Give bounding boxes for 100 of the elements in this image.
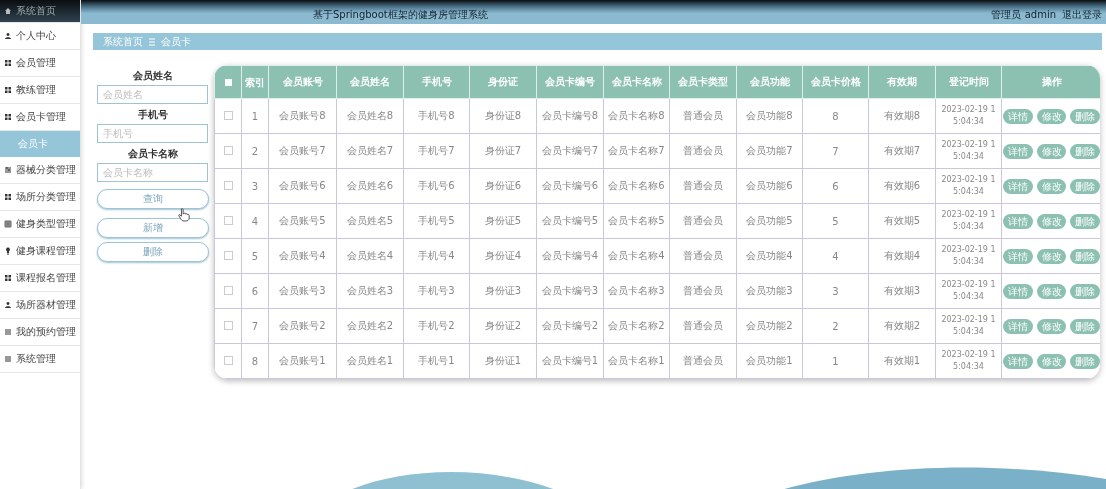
table-cell: 3: [241, 168, 269, 204]
table-cell: 会员卡名称5: [603, 203, 670, 239]
row-action-button[interactable]: 删除: [1070, 248, 1100, 264]
row-checkbox[interactable]: [223, 145, 233, 155]
row-action-button[interactable]: 详情: [1003, 108, 1033, 124]
table-cell: 会员卡编号7: [536, 133, 604, 169]
table-cell: 会员卡编号3: [536, 273, 604, 309]
breadcrumb-item[interactable]: 会员卡: [161, 34, 191, 49]
row-action-button[interactable]: 修改: [1036, 248, 1067, 264]
sidebar-item[interactable]: 个人中心: [0, 23, 80, 50]
logout-link[interactable]: 退出登录: [1062, 2, 1102, 22]
table-cell: 会员卡名称7: [603, 133, 670, 169]
table-cell: 5: [241, 238, 269, 274]
row-action-button[interactable]: 修改: [1036, 108, 1067, 124]
row-checkbox[interactable]: [223, 110, 233, 120]
hand-cursor-icon: [178, 208, 190, 222]
sidebar-item[interactable]: 场所器材管理: [0, 292, 80, 319]
row-action-button[interactable]: 删除: [1070, 318, 1100, 334]
row-action-button[interactable]: 删除: [1070, 213, 1100, 229]
table-cell: 会员功能7: [736, 133, 803, 169]
row-action-button[interactable]: 详情: [1003, 213, 1033, 229]
home-icon: [4, 7, 12, 15]
column-header: 会员账号: [268, 65, 337, 99]
row-checkbox[interactable]: [223, 180, 233, 190]
row-checkbox[interactable]: [223, 320, 233, 330]
row-checkbox[interactable]: [223, 215, 233, 225]
input-field[interactable]: 会员卡名称: [97, 163, 208, 182]
table-cell: 会员功能6: [736, 168, 803, 204]
table-cell: 会员卡名称1: [603, 343, 670, 379]
table-cell: 2023-02-19 15:04:34: [935, 273, 1002, 309]
column-header: 身份证: [469, 65, 537, 99]
row-action-button[interactable]: 修改: [1036, 143, 1067, 159]
select-all-checkbox[interactable]: [224, 78, 232, 86]
table-cell: 有效期2: [868, 308, 936, 344]
table-cell: 会员卡编号2: [536, 308, 604, 344]
table-cell: 会员功能4: [736, 238, 803, 274]
table-cell: 8: [241, 343, 269, 379]
row-action-button[interactable]: 修改: [1036, 353, 1067, 369]
table-cell: 会员姓名7: [336, 133, 404, 169]
row-action-button[interactable]: 详情: [1003, 353, 1033, 369]
sidebar-item[interactable]: 我的预约管理: [0, 319, 80, 346]
breadcrumb-item[interactable]: 系统首页: [103, 34, 143, 49]
sidebar-item[interactable]: 系统管理: [0, 346, 80, 373]
row-checkbox[interactable]: [223, 355, 233, 365]
table-cell: 会员卡名称3: [603, 273, 670, 309]
user-label: 管理员 admin: [991, 8, 1056, 22]
sidebar-subitem[interactable]: 会员卡: [0, 131, 80, 157]
row-checkbox[interactable]: [223, 250, 233, 260]
table-cell: 会员卡编号8: [536, 98, 604, 134]
table-cell: 有效期7: [868, 133, 936, 169]
table-cell: 2023-02-19 15:04:34: [935, 98, 1002, 134]
sidebar-item[interactable]: 会员管理: [0, 50, 80, 77]
table-cell: 有效期8: [868, 98, 936, 134]
table-cell: 会员姓名2: [336, 308, 404, 344]
row-action-button[interactable]: 删除: [1070, 178, 1100, 194]
row-action-button[interactable]: 详情: [1003, 283, 1033, 299]
column-header: 索引: [241, 65, 269, 99]
sidebar-item[interactable]: 健身课程管理: [0, 238, 80, 265]
table-cell: 会员功能5: [736, 203, 803, 239]
table-cell: 普通会员: [669, 273, 737, 309]
row-action-button[interactable]: 详情: [1003, 248, 1033, 264]
input-field[interactable]: 手机号: [97, 124, 208, 143]
table-cell: 身份证8: [469, 98, 537, 134]
column-header: 登记时间: [935, 65, 1002, 99]
table-cell: 1: [241, 98, 269, 134]
input-field[interactable]: 会员姓名: [97, 85, 208, 104]
row-action-button[interactable]: 修改: [1036, 283, 1067, 299]
sidebar-item[interactable]: 健身类型管理: [0, 211, 80, 238]
row-action-button[interactable]: 删除: [1070, 283, 1100, 299]
table-cell: 有效期5: [868, 203, 936, 239]
query-button[interactable]: 查询: [96, 189, 209, 209]
row-checkbox[interactable]: [223, 285, 233, 295]
table-cell: 手机号3: [403, 273, 470, 309]
table-cell: 1: [802, 343, 869, 379]
row-action-button[interactable]: 删除: [1070, 353, 1100, 369]
grid-icon: [4, 113, 12, 121]
row-action-button[interactable]: 删除: [1070, 143, 1100, 159]
table-cell: 手机号7: [403, 133, 470, 169]
row-action-button[interactable]: 删除: [1070, 108, 1100, 124]
table-cell: 会员姓名4: [336, 238, 404, 274]
table-cell: 身份证2: [469, 308, 537, 344]
row-action-button[interactable]: 修改: [1036, 318, 1067, 334]
row-action-button[interactable]: 修改: [1036, 178, 1067, 194]
table-cell: 2023-02-19 15:04:34: [935, 238, 1002, 274]
table-cell: 2023-02-19 15:04:34: [935, 203, 1002, 239]
sidebar-item[interactable]: 场所分类管理: [0, 184, 80, 211]
table-cell: 有效期4: [868, 238, 936, 274]
sidebar-item[interactable]: 课程报名管理: [0, 265, 80, 292]
table-cell: 身份证5: [469, 203, 537, 239]
row-action-button[interactable]: 详情: [1003, 178, 1033, 194]
action-button[interactable]: 删除: [96, 242, 209, 262]
row-action-button[interactable]: 详情: [1003, 318, 1033, 334]
table-cell: 身份证4: [469, 238, 537, 274]
table-cell: 4: [802, 238, 869, 274]
row-action-button[interactable]: 修改: [1036, 213, 1067, 229]
action-button[interactable]: 新增: [96, 218, 209, 238]
sidebar-item[interactable]: 系统首页: [0, 0, 80, 23]
row-action-button[interactable]: 详情: [1003, 143, 1033, 159]
sidebar-item[interactable]: 器械分类管理: [0, 157, 80, 184]
sidebar-item[interactable]: 教练管理: [0, 77, 80, 104]
